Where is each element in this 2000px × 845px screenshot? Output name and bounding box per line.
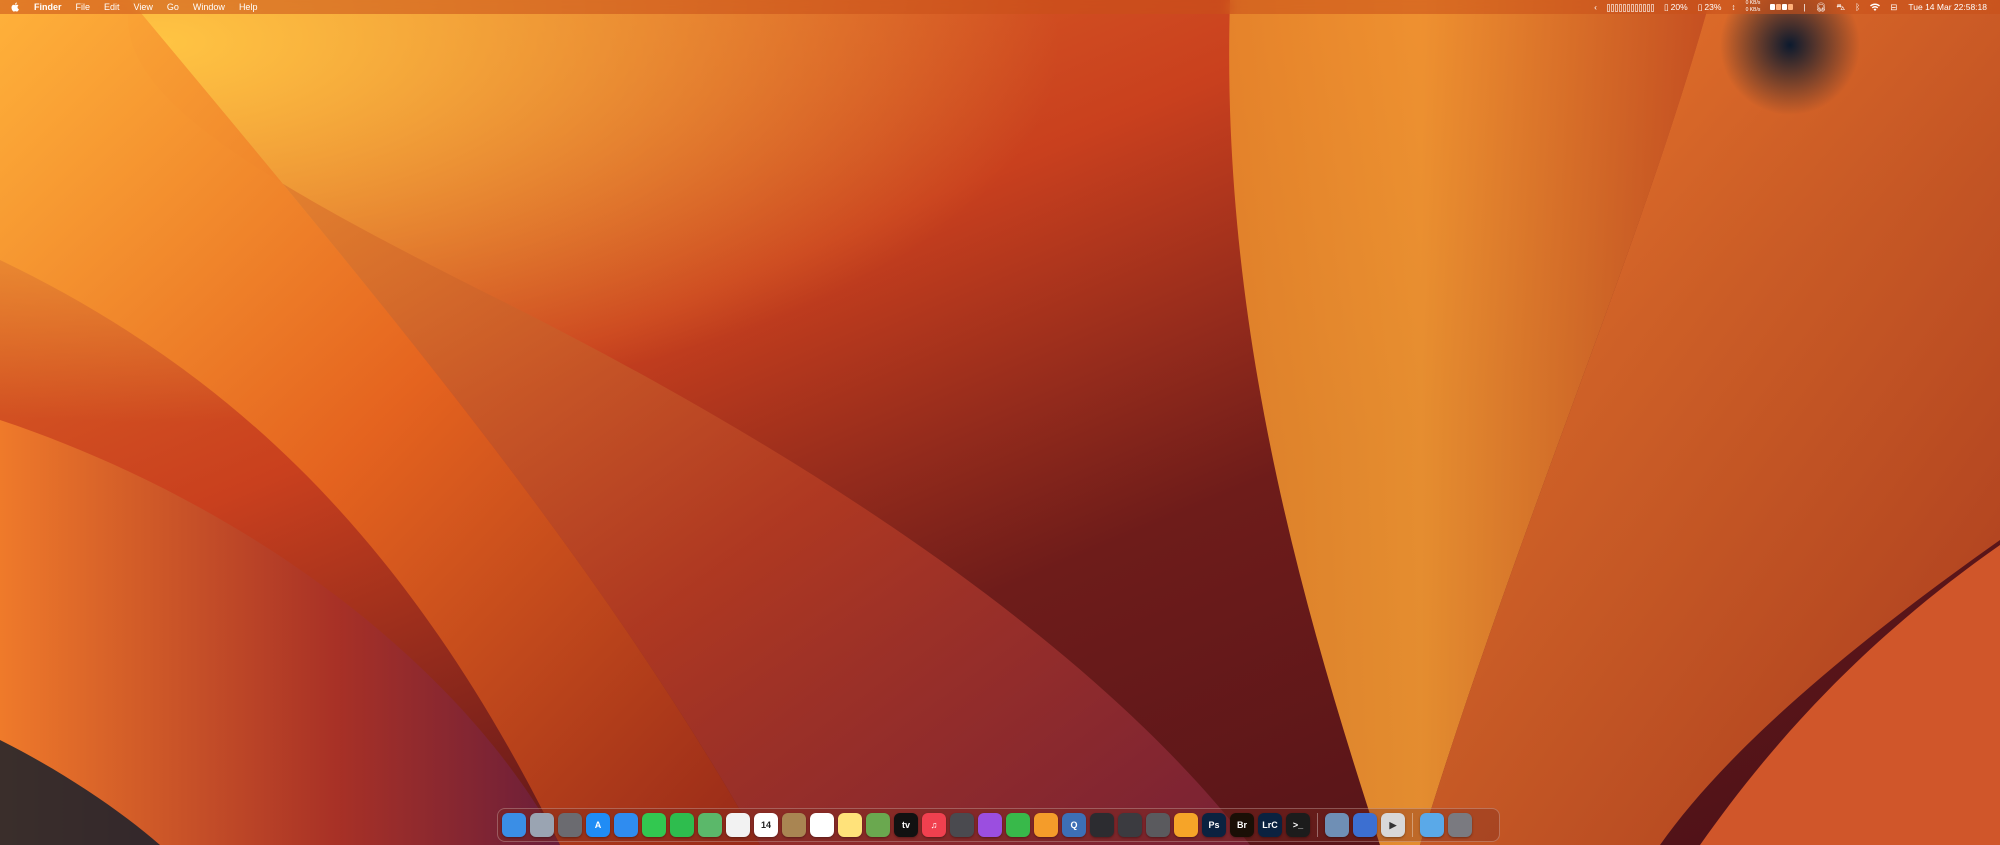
facetime-icon[interactable] — [670, 813, 694, 837]
pages-icon[interactable] — [1034, 813, 1058, 837]
photo-editor-icon[interactable] — [1174, 813, 1198, 837]
cpu-monitor[interactable] — [1602, 3, 1659, 12]
menu-edit[interactable]: Edit — [97, 0, 127, 14]
menu-bar-left: Finder File Edit View Go Window Help — [0, 0, 264, 14]
photoshop-icon[interactable]: Ps — [1202, 813, 1226, 837]
bridge-icon[interactable]: Br — [1230, 813, 1254, 837]
dock-icon-label: Ps — [1208, 819, 1220, 830]
desktop-wallpaper — [0, 0, 2000, 845]
battery-icon: ▯ — [1663, 2, 1669, 12]
trash-icon[interactable] — [1448, 813, 1472, 837]
preview-icon[interactable] — [1325, 813, 1349, 837]
sensor-meter-icon — [1770, 4, 1794, 10]
battery-status[interactable]: ▯ 20% — [1659, 0, 1693, 14]
maps-icon[interactable] — [698, 813, 722, 837]
menu-view[interactable]: View — [127, 0, 160, 14]
menu-bar-status: ‹ ▯ 20% ▯ 23% ↕ 0 KB/s 0 KB/s | 🎧︎ ⛍ ᛒ ⊟ — [1589, 0, 2000, 14]
dock-icon-label: A — [594, 819, 602, 830]
dock-icon-label: >_ — [1292, 819, 1304, 830]
menu-app-name[interactable]: Finder — [30, 0, 69, 14]
menu-file[interactable]: File — [69, 0, 98, 14]
menu-go[interactable]: Go — [160, 0, 186, 14]
wifi-icon[interactable] — [1865, 3, 1885, 11]
tv-icon[interactable]: tv — [894, 813, 918, 837]
dock-icon-label: LrC — [1262, 819, 1278, 830]
dock-icon-label: Br — [1236, 819, 1247, 830]
divider-icon: | — [1803, 2, 1806, 12]
calculator-icon[interactable] — [1146, 813, 1170, 837]
dock-separator — [1412, 813, 1413, 837]
network-speed[interactable]: 0 KB/s 0 KB/s — [1741, 1, 1766, 13]
screen-sharing-icon[interactable] — [1353, 813, 1377, 837]
final-cut-icon[interactable] — [1090, 813, 1114, 837]
lightroom-icon[interactable]: LrC — [1258, 813, 1282, 837]
apple-menu-icon[interactable] — [10, 0, 20, 14]
downloads-folder-icon[interactable] — [1420, 813, 1444, 837]
dock-icon-label: Q — [1070, 819, 1078, 830]
sort-arrows-icon[interactable]: ↕ — [1726, 0, 1740, 14]
control-center-icon[interactable]: ⊟ — [1885, 0, 1902, 14]
sensors-widget[interactable] — [1765, 4, 1798, 10]
motion-icon[interactable] — [1118, 813, 1142, 837]
podcasts-icon[interactable] — [978, 813, 1002, 837]
infuse-icon[interactable]: ▶ — [1381, 813, 1405, 837]
memory-icon: ▯ — [1697, 2, 1703, 12]
script-editor-icon[interactable] — [866, 813, 890, 837]
menu-bar: Finder File Edit View Go Window Help ‹ ▯… — [0, 0, 2000, 14]
net-upload: 0 KB/s — [1745, 0, 1761, 6]
music-icon[interactable]: ♫ — [922, 813, 946, 837]
contacts-icon[interactable] — [782, 813, 806, 837]
menu-window[interactable]: Window — [186, 0, 232, 14]
photos-icon[interactable] — [726, 813, 750, 837]
memory-percent: 23% — [1704, 2, 1722, 12]
dock-icon-label: 14 — [760, 819, 771, 830]
net-download: 0 KB/s — [1745, 7, 1761, 13]
dock-icon-label: ▶ — [1389, 819, 1397, 830]
gear-icon[interactable] — [558, 813, 582, 837]
dock-icon-label: tv — [901, 819, 910, 830]
bluetooth-icon[interactable]: ᛒ — [1850, 0, 1865, 14]
memory-status[interactable]: ▯ 23% — [1693, 0, 1727, 14]
menu-bar-clock[interactable]: Tue 14 Mar 22:58:18 — [1902, 0, 1992, 14]
collapse-chevron-icon[interactable]: ‹ — [1589, 0, 1602, 14]
finder-icon[interactable] — [502, 813, 526, 837]
headphones-icon[interactable]: 🎧︎ — [1811, 0, 1832, 14]
car-icon[interactable]: ⛍ — [1831, 0, 1850, 14]
messages-icon[interactable] — [642, 813, 666, 837]
dock-separator — [1317, 813, 1318, 837]
safari-icon[interactable] — [614, 813, 638, 837]
calendar-icon[interactable]: 14 — [754, 813, 778, 837]
dock-icon-label: ♫ — [930, 819, 938, 830]
terminal-icon[interactable]: >_ — [1286, 813, 1310, 837]
menu-help[interactable]: Help — [232, 0, 265, 14]
disk-utility-icon[interactable] — [950, 813, 974, 837]
notes-icon[interactable] — [838, 813, 862, 837]
quicktime-icon[interactable]: Q — [1062, 813, 1086, 837]
battery-percent: 20% — [1670, 2, 1688, 12]
app-store-icon[interactable]: A — [586, 813, 610, 837]
cpu-bars-icon — [1606, 3, 1654, 12]
launchpad-icon[interactable] — [530, 813, 554, 837]
numbers-icon[interactable] — [1006, 813, 1030, 837]
dock: A 14 tv ♫ Q Ps Br LrC >_ ▶ — [497, 808, 1500, 842]
reminders-icon[interactable] — [810, 813, 834, 837]
